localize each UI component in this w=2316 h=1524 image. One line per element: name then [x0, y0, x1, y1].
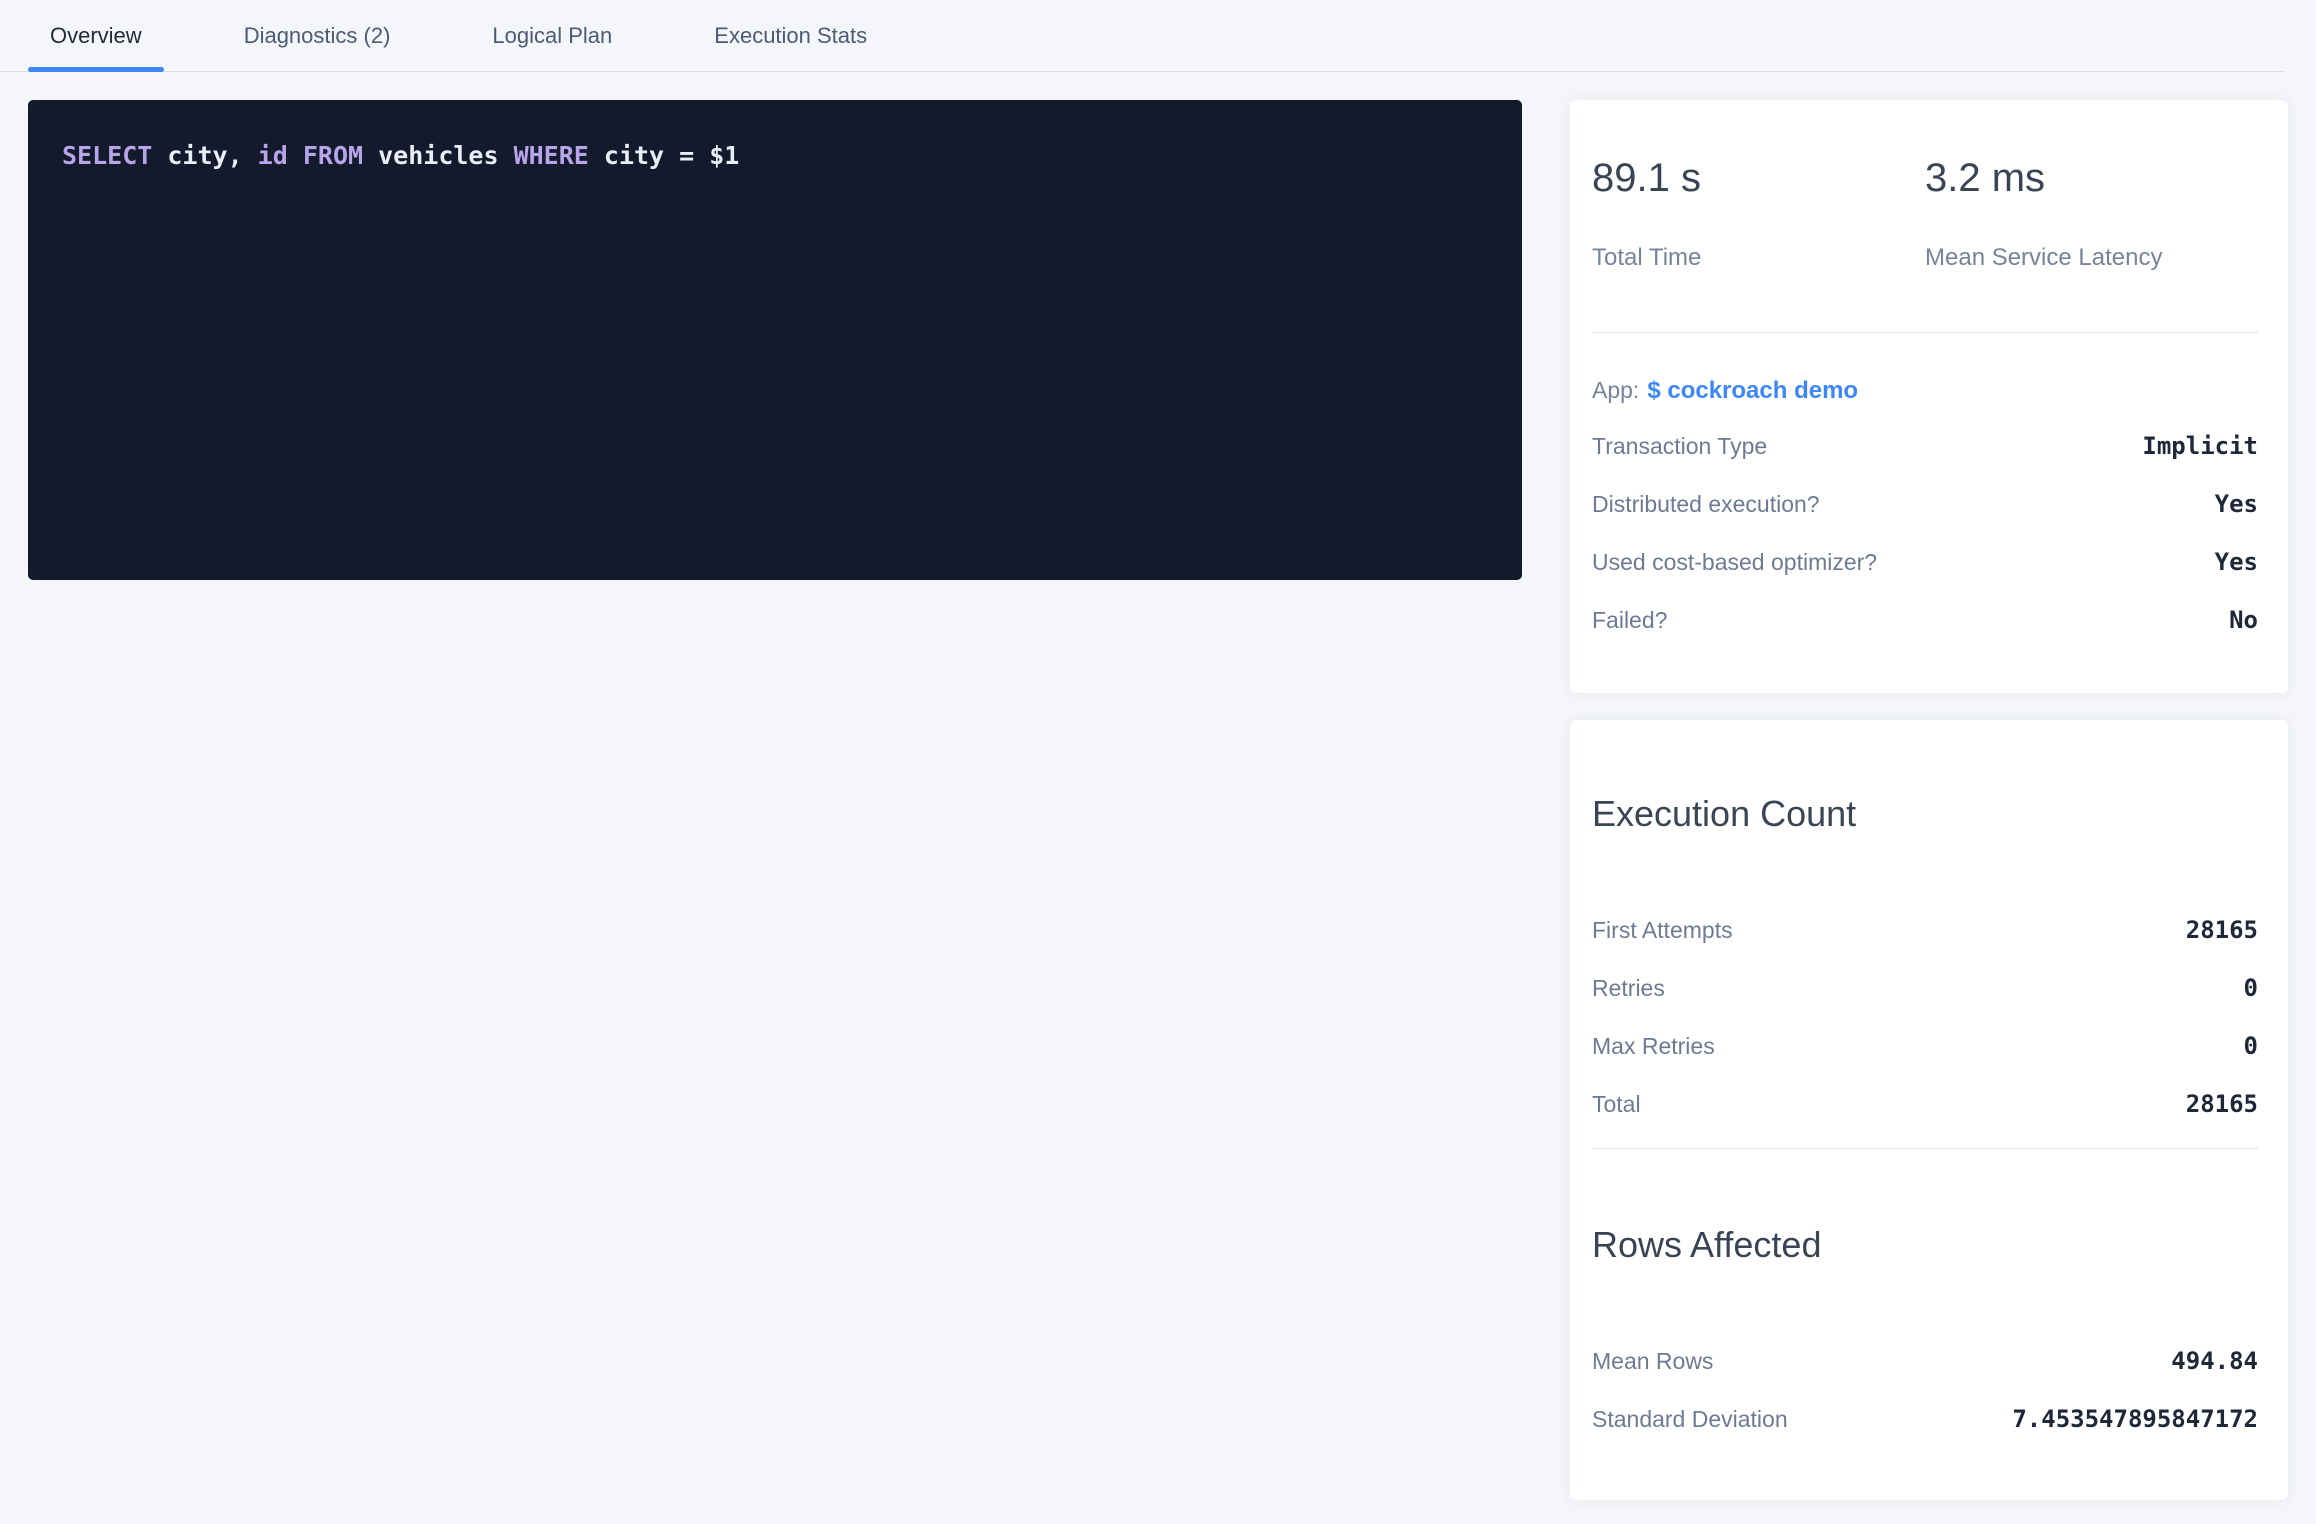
cost-based-optimizer-label: Used cost-based optimizer?	[1592, 549, 1877, 576]
summary-attributes: Transaction Type Implicit Distributed ex…	[1592, 432, 2258, 634]
execution-count-title: Execution Count	[1592, 796, 2258, 832]
app-row: App: $ cockroach demo	[1592, 376, 2258, 404]
details-divider	[1592, 1148, 2258, 1149]
standard-deviation-row: Standard Deviation 7.453547895847172	[1592, 1405, 2258, 1433]
stats-sidebar: 89.1 s Total Time 3.2 ms Mean Service La…	[1570, 100, 2288, 1500]
execution-count-rows: First Attempts 28165 Retries 0 Max Retri…	[1592, 916, 2258, 1118]
sql-text	[288, 141, 303, 170]
max-retries-value: 0	[2244, 1032, 2258, 1060]
retries-value: 0	[2244, 974, 2258, 1002]
tab-diagnostics[interactable]: Diagnostics (2)	[222, 0, 413, 71]
sql-text: vehicles	[363, 141, 514, 170]
first-attempts-row: First Attempts 28165	[1592, 916, 2258, 944]
mean-service-latency-stat: 3.2 ms Mean Service Latency	[1925, 158, 2258, 273]
app-label: App:	[1592, 377, 1639, 403]
standard-deviation-value: 7.453547895847172	[2012, 1405, 2258, 1433]
total-executions-label: Total	[1592, 1091, 1641, 1118]
total-time-stat: 89.1 s Total Time	[1592, 158, 1925, 273]
distributed-execution-row: Distributed execution? Yes	[1592, 490, 2258, 518]
mean-rows-label: Mean Rows	[1592, 1348, 1713, 1375]
failed-row: Failed? No	[1592, 606, 2258, 634]
execution-details-card: Execution Count First Attempts 28165 Ret…	[1570, 720, 2288, 1500]
retries-label: Retries	[1592, 975, 1665, 1002]
mean-rows-value: 494.84	[2171, 1347, 2258, 1375]
total-executions-value: 28165	[2186, 1090, 2258, 1118]
cost-based-optimizer-row: Used cost-based optimizer? Yes	[1592, 548, 2258, 576]
max-retries-row: Max Retries 0	[1592, 1032, 2258, 1060]
transaction-type-value: Implicit	[2142, 432, 2258, 460]
sql-keyword: id	[258, 141, 288, 170]
tab-overview[interactable]: Overview	[28, 0, 164, 71]
distributed-execution-value: Yes	[2215, 490, 2258, 518]
transaction-type-row: Transaction Type Implicit	[1592, 432, 2258, 460]
total-time-value: 89.1 s	[1592, 158, 1925, 198]
total-time-label: Total Time	[1592, 244, 1925, 273]
mean-service-latency-value: 3.2 ms	[1925, 158, 2258, 198]
main-content: SELECT city, id FROM vehicles WHERE city…	[0, 72, 2316, 1500]
tab-logical-plan[interactable]: Logical Plan	[470, 0, 634, 71]
first-attempts-value: 28165	[2186, 916, 2258, 944]
sql-text: city = $1	[589, 141, 740, 170]
active-tab-indicator	[28, 67, 164, 72]
max-retries-label: Max Retries	[1592, 1033, 1715, 1060]
first-attempts-label: First Attempts	[1592, 917, 1733, 944]
sql-keyword: SELECT	[62, 141, 152, 170]
retries-row: Retries 0	[1592, 974, 2258, 1002]
sql-text: city,	[152, 141, 257, 170]
tab-execution-stats-label: Execution Stats	[714, 23, 867, 49]
standard-deviation-label: Standard Deviation	[1592, 1406, 1788, 1433]
rows-affected-rows: Mean Rows 494.84 Standard Deviation 7.45…	[1592, 1347, 2258, 1433]
sql-statement-box: SELECT city, id FROM vehicles WHERE city…	[28, 100, 1522, 580]
summary-card: 89.1 s Total Time 3.2 ms Mean Service La…	[1570, 100, 2288, 693]
distributed-execution-label: Distributed execution?	[1592, 491, 1820, 518]
mean-service-latency-label: Mean Service Latency	[1925, 244, 2258, 273]
sql-keyword: FROM	[303, 141, 363, 170]
statement-tabs: Overview Diagnostics (2) Logical Plan Ex…	[0, 0, 2284, 72]
transaction-type-label: Transaction Type	[1592, 433, 1767, 460]
mean-rows-row: Mean Rows 494.84	[1592, 1347, 2258, 1375]
app-link[interactable]: $ cockroach demo	[1647, 377, 1858, 404]
tab-overview-label: Overview	[50, 23, 142, 49]
sql-keyword: WHERE	[514, 141, 589, 170]
summary-divider	[1592, 332, 2258, 333]
tab-diagnostics-label: Diagnostics (2)	[244, 23, 391, 49]
rows-affected-title: Rows Affected	[1592, 1227, 2258, 1263]
statement-details-page: Overview Diagnostics (2) Logical Plan Ex…	[0, 0, 2316, 1524]
latency-stats-row: 89.1 s Total Time 3.2 ms Mean Service La…	[1592, 158, 2258, 273]
tab-execution-stats[interactable]: Execution Stats	[692, 0, 889, 71]
failed-value: No	[2229, 606, 2258, 634]
total-executions-row: Total 28165	[1592, 1090, 2258, 1118]
cost-based-optimizer-value: Yes	[2215, 548, 2258, 576]
tab-logical-plan-label: Logical Plan	[492, 23, 612, 49]
failed-label: Failed?	[1592, 607, 1667, 634]
